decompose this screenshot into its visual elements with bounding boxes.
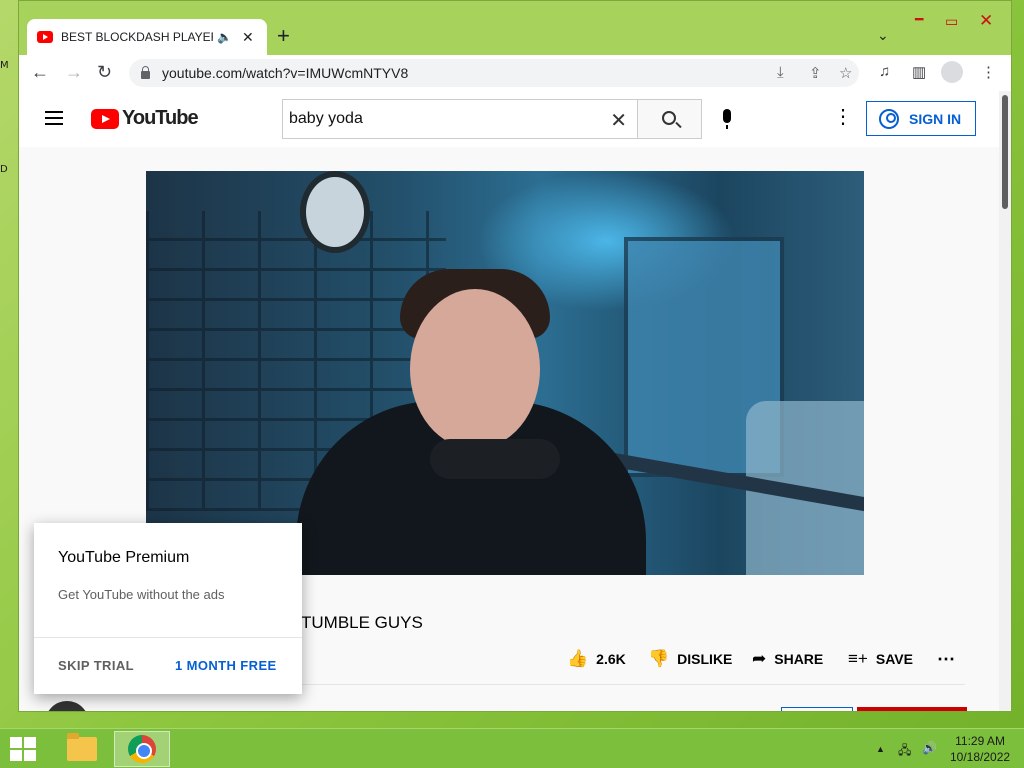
microphone-icon[interactable]	[723, 109, 731, 129]
title-bar: BEST BLOCKDASH PLAYER IN 🔈 ✕ + ⌄ ━ ▭ ✕	[19, 1, 1011, 55]
taskbar: ▲ 🖧 🔊 11:29 AM 10/18/2022	[0, 728, 1024, 768]
one-month-free-button[interactable]: 1 MONTH FREE	[175, 658, 277, 673]
file-explorer-button[interactable]	[54, 731, 110, 767]
network-icon[interactable]: 🖧	[898, 741, 911, 762]
reading-list-icon[interactable]: ♫	[879, 63, 890, 80]
desktop-icon-partial[interactable]: M	[0, 60, 9, 71]
clock-date: 10/18/2022	[950, 750, 1011, 764]
join-button[interactable]	[781, 707, 853, 711]
hamburger-menu-icon[interactable]	[45, 111, 63, 125]
volume-icon[interactable]: 🔊	[922, 741, 937, 755]
profile-icon[interactable]	[941, 61, 963, 83]
desktop-icon-partial[interactable]: D	[0, 164, 8, 175]
page-scrollbar[interactable]	[999, 91, 1011, 711]
like-button[interactable]: 👍 2.6K	[567, 647, 626, 671]
skip-trial-button[interactable]: SKIP TRIAL	[58, 658, 134, 673]
youtube-play-logo-icon	[91, 108, 119, 129]
maximize-button[interactable]: ▭	[945, 13, 958, 30]
account-icon	[879, 108, 899, 129]
minimize-button[interactable]: ━	[915, 11, 923, 28]
close-window-button[interactable]: ✕	[979, 11, 993, 31]
back-button[interactable]: ←	[31, 62, 49, 83]
side-panel-icon[interactable]: ▥	[912, 63, 926, 81]
youtube-header: YouTube baby yoda ✕ ⋮ SIGN IN	[19, 91, 999, 147]
lock-icon[interactable]	[141, 66, 150, 79]
promo-description: Get YouTube without the ads	[58, 587, 225, 602]
save-button[interactable]: ≡+ SAVE	[848, 647, 913, 671]
sign-in-button[interactable]: SIGN IN	[866, 101, 976, 136]
search-query-text[interactable]: baby yoda	[289, 110, 363, 128]
subscribe-button[interactable]	[857, 707, 967, 711]
search-button[interactable]	[638, 99, 702, 139]
microphone-image	[430, 439, 560, 479]
tab-close-icon[interactable]: ✕	[242, 29, 254, 46]
sign-in-label: SIGN IN	[909, 110, 962, 127]
youtube-logo[interactable]: YouTube	[91, 107, 199, 130]
youtube-favicon-icon	[37, 31, 53, 43]
chrome-icon	[128, 735, 156, 763]
address-bar[interactable]: youtube.com/watch?v=IMUWcmNTYV8 ⤓ ⇪ ☆	[129, 59, 859, 87]
like-count: 2.6K	[596, 651, 626, 667]
url-text[interactable]: youtube.com/watch?v=IMUWcmNTYV8	[162, 65, 408, 81]
dislike-label: DISLIKE	[677, 651, 733, 667]
tray-expand-icon[interactable]: ▲	[876, 744, 885, 754]
share-label: SHARE	[774, 651, 824, 667]
channel-avatar[interactable]	[45, 701, 89, 711]
dislike-button[interactable]: 👎 DISLIKE	[648, 647, 732, 671]
youtube-wordmark: YouTube	[122, 107, 199, 129]
new-tab-button[interactable]: +	[277, 25, 290, 47]
clear-search-icon[interactable]: ✕	[610, 108, 627, 133]
wall-clock-image	[300, 171, 370, 253]
video-player[interactable]	[146, 171, 864, 575]
premium-promo-dialog: YouTube Premium Get YouTube without the …	[34, 523, 302, 694]
video-title: TUMBLE GUYS	[301, 613, 423, 632]
folder-icon	[67, 733, 97, 761]
start-button[interactable]	[10, 737, 36, 761]
tab-search-icon[interactable]: ⌄	[877, 27, 889, 44]
bookmark-star-icon[interactable]: ☆	[839, 64, 852, 82]
search-icon	[662, 111, 676, 125]
install-icon[interactable]: ⤓	[777, 64, 784, 81]
reload-button[interactable]: ↻	[97, 62, 112, 83]
share-button[interactable]: ➦ SHARE	[752, 647, 823, 671]
settings-more-icon[interactable]: ⋮	[833, 107, 853, 127]
speaker-icon[interactable]: 🔈	[217, 30, 232, 44]
share-icon[interactable]: ⇪	[809, 64, 822, 82]
clock-time: 11:29 AM	[955, 734, 1005, 748]
share-arrow-icon: ➦	[752, 649, 767, 668]
tab-title: BEST BLOCKDASH PLAYER IN	[61, 30, 213, 44]
forward-button[interactable]: →	[65, 62, 83, 83]
chrome-menu-icon[interactable]: ⋮	[981, 63, 996, 81]
browser-toolbar: ← → ↻ youtube.com/watch?v=IMUWcmNTYV8 ⤓ …	[19, 55, 1011, 91]
chrome-taskbar-button[interactable]	[114, 731, 170, 767]
scrollbar-thumb[interactable]	[1002, 95, 1008, 209]
promo-title: YouTube Premium	[58, 549, 190, 566]
more-actions-icon[interactable]: ⋯	[937, 647, 955, 671]
playlist-add-icon: ≡+	[848, 649, 868, 668]
streamer-face-image	[410, 289, 540, 449]
system-clock[interactable]: 11:29 AM 10/18/2022	[950, 733, 1010, 765]
browser-tab-active[interactable]: BEST BLOCKDASH PLAYER IN 🔈 ✕	[27, 19, 267, 55]
divider	[34, 637, 302, 638]
thumbs-up-icon: 👍	[567, 649, 589, 668]
thumbs-down-icon: 👎	[648, 649, 670, 668]
search-input[interactable]: baby yoda ✕	[282, 99, 638, 139]
save-label: SAVE	[875, 651, 913, 667]
